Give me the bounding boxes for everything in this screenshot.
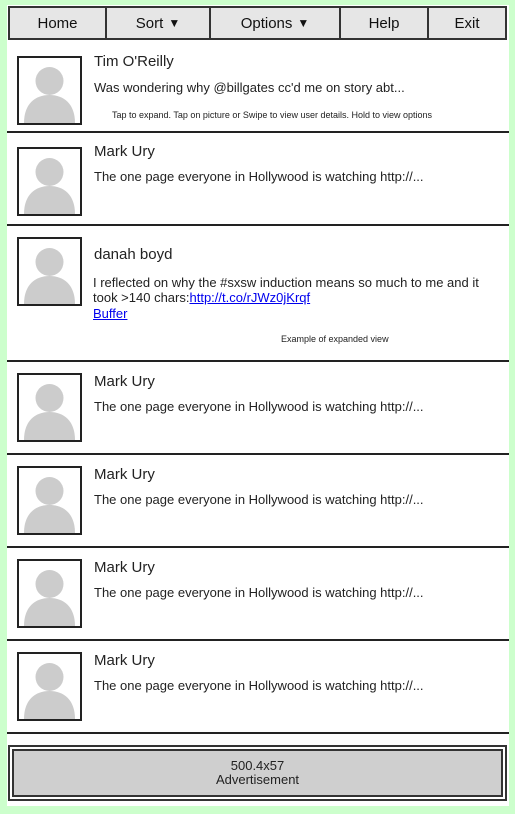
tweet-link[interactable]: http://t.co/rJWz0jKrqf [189,290,310,305]
buffer-link[interactable]: Buffer [93,306,127,321]
exit-label: Exit [454,14,480,32]
home-button[interactable]: Home [10,8,107,38]
avatar[interactable] [17,652,82,721]
sort-label: Sort [135,14,164,32]
tweet-item[interactable]: Mark Ury The one page everyone in Hollyw… [7,455,509,548]
expanded-hint: Example of expanded view [281,334,389,344]
avatar[interactable] [17,466,82,535]
tweet-item-expanded[interactable]: danah boyd I reflected on why the #sxsw … [7,226,509,362]
tweet-item[interactable]: Mark Ury The one page everyone in Hollyw… [7,548,509,641]
avatar[interactable] [17,373,82,442]
tweet-text: The one page everyone in Hollywood is wa… [94,678,424,693]
tweet-author: Mark Ury [94,373,155,390]
help-button[interactable]: Help [341,8,429,38]
ad-label: Advertisement [215,772,300,787]
tweet-item[interactable]: Mark Ury The one page everyone in Hollyw… [7,362,509,455]
tweet-feed: Tim O'Reilly Was wondering why @billgate… [7,40,509,734]
user-silhouette-icon [24,158,75,214]
tweet-item[interactable]: Tim O'Reilly Was wondering why @billgate… [7,40,509,133]
tweet-author: Mark Ury [94,559,155,576]
tweet-text: The one page everyone in Hollywood is wa… [94,585,424,600]
user-silhouette-icon [24,248,75,304]
tweet-hint: Tap to expand. Tap on picture or Swipe t… [112,110,433,120]
avatar[interactable] [17,559,82,628]
avatar[interactable] [17,56,82,125]
advertisement-inner: 500.4x57 Advertisement [12,749,503,797]
tweet-text: The one page everyone in Hollywood is wa… [94,169,424,184]
user-silhouette-icon [24,384,75,440]
caret-down-icon: ▼ [297,16,310,30]
tweet-author: Mark Ury [94,652,155,669]
tweet-author: Mark Ury [94,143,155,160]
tweet-author: Tim O'Reilly [94,53,174,70]
tweet-item[interactable]: Mark Ury The one page everyone in Hollyw… [7,641,509,734]
tweet-item[interactable]: Mark Ury The one page everyone in Hollyw… [7,133,509,226]
exit-button[interactable]: Exit [429,8,505,38]
ad-size: 500.4x57 [230,758,285,773]
caret-down-icon: ▼ [168,16,181,30]
menu-bar: Home Sort ▼ Options ▼ Help Exit [8,6,507,40]
advertisement-banner[interactable]: 500.4x57 Advertisement [8,745,507,801]
user-silhouette-icon [24,570,75,626]
app-frame: Home Sort ▼ Options ▼ Help Exit Tim O'Re… [7,5,509,806]
avatar[interactable] [17,237,82,306]
tweet-text: The one page everyone in Hollywood is wa… [94,492,424,507]
avatar[interactable] [17,147,82,216]
tweet-text: Was wondering why @billgates cc'd me on … [94,80,405,95]
help-label: Help [368,14,400,32]
tweet-author: danah boyd [94,246,173,263]
user-silhouette-icon [24,67,75,123]
user-silhouette-icon [24,663,75,719]
sort-button[interactable]: Sort ▼ [107,8,211,38]
tweet-text: The one page everyone in Hollywood is wa… [94,399,424,414]
options-label: Options [240,14,293,32]
tweet-author: Mark Ury [94,466,155,483]
home-label: Home [37,14,78,32]
tweet-text-expanded: I reflected on why the #sxsw induction m… [93,275,503,305]
user-silhouette-icon [24,477,75,533]
options-button[interactable]: Options ▼ [211,8,341,38]
